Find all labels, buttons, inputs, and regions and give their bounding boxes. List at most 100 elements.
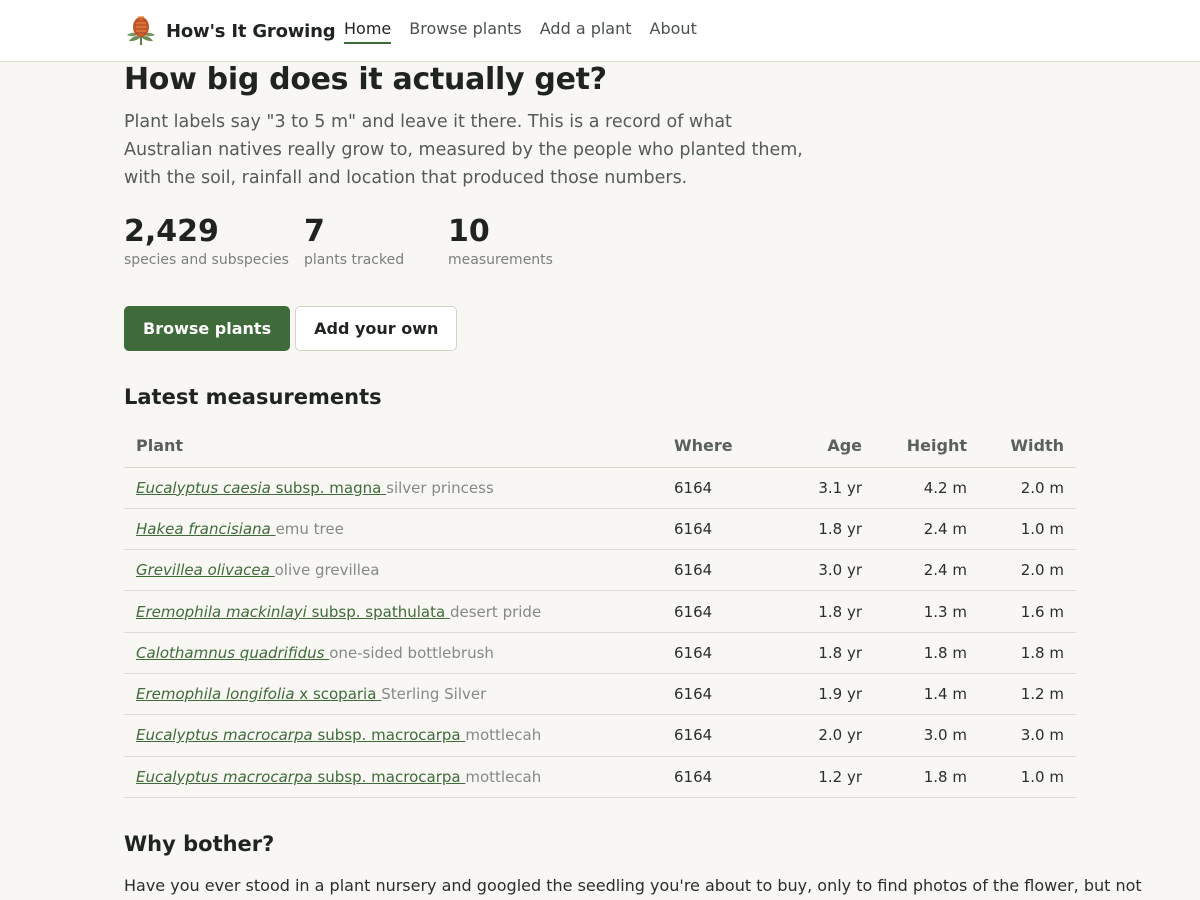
age-cell: 3.0 yr [754,549,874,592]
where-cell: 6164 [662,590,754,633]
table-row: Eremophila mackinlayi subsp. spathulata … [124,590,1076,633]
stat-label: plants tracked [304,252,405,268]
banksia-flower-icon [127,16,155,45]
age-cell: 3.1 yr [754,467,874,509]
age-cell: 1.2 yr [754,756,874,798]
common-name: desert pride [449,602,542,621]
stat-measurements: 10 measurements [448,214,588,268]
plant-name: Eremophila mackinlayi [136,602,307,621]
age-cell: 2.0 yr [754,714,874,757]
plant-cell: Calothamnus quadrifidus one-sided bottle… [124,632,662,674]
height-cell: 3.0 m [874,714,979,757]
plant-name: Eucalyptus caesia [136,478,271,497]
plant-link[interactable]: Eremophila longifolia x scoparia [136,685,381,703]
width-cell: 1.0 m [979,508,1076,551]
where-cell: 6164 [662,714,754,757]
stat-value: 2,429 [124,214,219,249]
width-cell: 1.0 m [979,756,1076,798]
where-cell: 6164 [662,632,754,674]
table-header-row: Plant Where Age Height Width [124,425,1076,468]
measurements-table: Plant Where Age Height Width Eucalyptus … [124,425,1076,798]
plant-link[interactable]: Eucalyptus macrocarpa subsp. macrocarpa [136,726,465,744]
plant-link[interactable]: Grevillea olivacea [136,561,275,579]
plant-link[interactable]: Eremophila mackinlayi subsp. spathulata [136,603,450,621]
plant-cell: Eucalyptus macrocarpa subsp. macrocarpa … [124,756,662,798]
table-row: Eucalyptus macrocarpa subsp. macrocarpa … [124,714,1076,757]
height-cell: 2.4 m [874,549,979,592]
stat-value: 7 [304,214,325,249]
column-header-height: Height [874,425,979,468]
plant-cell: Eremophila mackinlayi subsp. spathulata … [124,590,662,633]
stat-label: species and subspecies [124,252,289,268]
age-cell: 1.8 yr [754,590,874,633]
age-cell: 1.9 yr [754,673,874,716]
stat-species: 2,429 species and subspecies [124,214,304,268]
table-row: Calothamnus quadrifidus one-sided bottle… [124,632,1076,674]
height-cell: 4.2 m [874,467,979,509]
where-cell: 6164 [662,508,754,551]
nav-home[interactable]: Home [344,19,392,44]
add-your-own-button[interactable]: Add your own [295,306,458,351]
height-cell: 1.8 m [874,632,979,674]
latest-measurements-heading: Latest measurements [124,385,382,409]
where-cell: 6164 [662,549,754,592]
plant-qualifier: x scoparia [299,685,377,704]
plant-cell: Eucalyptus caesia subsp. magna silver pr… [124,467,662,509]
width-cell: 1.6 m [979,590,1076,633]
common-name: mottlecah [465,767,542,786]
plant-name: Eucalyptus macrocarpa [136,767,313,786]
plant-name: Eucalyptus macrocarpa [136,726,313,745]
nav-add-plant[interactable]: Add a plant [540,19,632,44]
why-bother-text: Have you ever stood in a plant nursery a… [124,876,1142,895]
brand-name: How's It Growing [166,20,336,42]
browse-plants-button[interactable]: Browse plants [124,306,291,351]
common-name: olive grevillea [274,561,380,580]
site-header: How's It Growing Home Browse plants Add … [0,0,1200,62]
width-cell: 3.0 m [979,714,1076,757]
plant-cell: Grevillea olivacea olive grevillea [124,549,662,592]
plant-qualifier: subsp. macrocarpa [317,767,461,786]
column-header-where: Where [662,425,754,468]
height-cell: 1.4 m [874,673,979,716]
table-row: Eremophila longifolia x scoparia Sterlin… [124,673,1076,716]
common-name: Sterling Silver [381,685,487,704]
plant-cell: Hakea francisiana emu tree [124,508,662,551]
table-row: Hakea francisiana emu tree 6164 1.8 yr 2.4 … [124,508,1076,551]
brand-link[interactable]: How's It Growing [126,14,336,48]
plant-link[interactable]: Calothamnus quadrifidus [136,644,329,662]
plant-name: Grevillea olivacea [136,561,270,580]
plant-qualifier: subsp. macrocarpa [317,726,461,745]
plant-qualifier: subsp. magna [275,478,382,497]
column-header-age: Age [754,425,874,468]
column-header-plant: Plant [124,425,662,468]
common-name: silver princess [386,478,494,497]
hero-actions: Browse plants Add your own [124,306,458,351]
width-cell: 2.0 m [979,467,1076,509]
common-name: one-sided bottlebrush [329,643,494,662]
height-cell: 1.3 m [874,590,979,633]
stat-value: 10 [448,214,490,249]
height-cell: 2.4 m [874,508,979,551]
plant-link[interactable]: Eucalyptus caesia subsp. magna [136,479,386,497]
table-row: Eucalyptus caesia subsp. magna silver pr… [124,467,1076,509]
plant-cell: Eremophila longifolia x scoparia Sterlin… [124,673,662,716]
plant-link[interactable]: Hakea francisiana [136,520,276,538]
why-bother-heading: Why bother? [124,832,275,856]
hero-lead: Plant labels say "3 to 5 m" and leave it… [124,112,803,188]
age-cell: 1.8 yr [754,632,874,674]
stat-label: measurements [448,252,553,268]
common-name: mottlecah [465,726,542,745]
where-cell: 6164 [662,467,754,509]
plant-cell: Eucalyptus macrocarpa subsp. macrocarpa … [124,714,662,757]
width-cell: 1.8 m [979,632,1076,674]
plant-name: Calothamnus quadrifidus [136,643,325,662]
common-name: emu tree [275,519,344,538]
plant-link[interactable]: Eucalyptus macrocarpa subsp. macrocarpa [136,768,465,786]
where-cell: 6164 [662,673,754,716]
stat-plants: 7 plants tracked [304,214,448,268]
age-cell: 1.8 yr [754,508,874,551]
nav-browse-plants[interactable]: Browse plants [409,19,522,44]
nav-about[interactable]: About [650,19,697,44]
height-cell: 1.8 m [874,756,979,798]
main-nav: Home Browse plants Add a plant About [344,19,697,44]
